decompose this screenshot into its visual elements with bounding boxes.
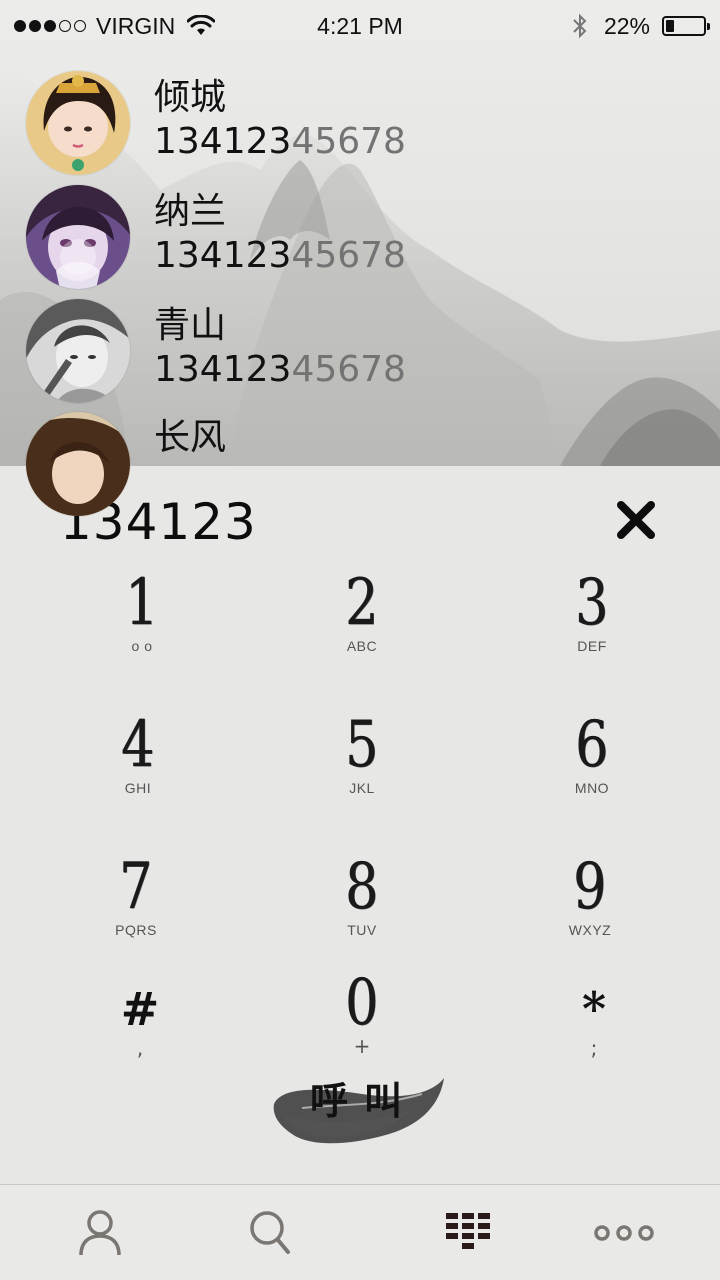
key-6[interactable]: 6 MNO	[512, 712, 672, 822]
number-match: 134123	[154, 121, 292, 162]
bluetooth-icon	[573, 13, 587, 39]
avatar	[26, 71, 130, 175]
tab-keypad[interactable]	[408, 1185, 528, 1280]
avatar	[26, 412, 130, 516]
more-icon	[594, 1225, 654, 1241]
battery-percent: 22%	[603, 12, 650, 39]
contact-name: 青山	[154, 305, 227, 346]
key-letters: JKL	[349, 780, 375, 796]
tab-contacts[interactable]	[40, 1185, 160, 1280]
key-3[interactable]: 3 DEF	[512, 570, 672, 680]
key-digit: *	[581, 982, 607, 1036]
contact-info: 长风	[154, 416, 226, 460]
key-digit: 9	[573, 850, 607, 924]
number-match: 134123	[154, 349, 292, 390]
key-hash[interactable]: # ,	[60, 980, 220, 1090]
contact-row[interactable]: 长风	[0, 408, 720, 522]
key-letters: DEF	[577, 638, 607, 654]
contact-number: 13412345678	[154, 120, 406, 164]
key-digit: 3	[575, 566, 609, 640]
battery-icon	[662, 16, 710, 36]
contact-name: 纳兰	[154, 191, 227, 232]
call-button[interactable]: 呼叫	[262, 1064, 458, 1160]
contact-info: 青山 13412345678	[154, 304, 406, 392]
contact-row[interactable]: 倾城 13412345678	[0, 66, 720, 180]
key-digit: 8	[345, 850, 379, 924]
person-icon	[79, 1210, 121, 1256]
key-letters: WXYZ	[568, 922, 612, 938]
contact-number: 13412345678	[154, 348, 406, 392]
status-left: VIRGIN	[14, 13, 274, 40]
key-digit: 5	[345, 708, 379, 782]
key-letters: GHI	[124, 780, 152, 796]
key-digit: 2	[345, 566, 379, 640]
search-icon	[250, 1211, 290, 1254]
key-9[interactable]: 9 WXYZ	[510, 854, 670, 964]
call-label: 呼叫	[310, 1078, 419, 1123]
key-4[interactable]: 4 GHI	[58, 712, 218, 822]
status-time: 4:21 PM	[317, 12, 403, 39]
carrier-label: VIRGIN	[96, 12, 176, 39]
contact-info: 纳兰 13412345678	[154, 190, 406, 278]
signal-strength-icon	[14, 20, 86, 32]
contact-name: 倾城	[154, 77, 227, 118]
contact-row[interactable]: 纳兰 13412345678	[0, 180, 720, 294]
tab-more[interactable]	[564, 1185, 684, 1280]
key-star[interactable]: * ;	[514, 980, 674, 1090]
number-match: 134123	[154, 235, 292, 276]
tab-search[interactable]	[210, 1185, 330, 1280]
contact-results-list: 倾城 13412345678 纳兰 13412345678 青山 1341234…	[0, 66, 720, 522]
key-letters: TUV	[347, 922, 377, 938]
number-rest: 45678	[291, 235, 406, 276]
key-2[interactable]: 2 ABC	[282, 570, 442, 680]
number-rest: 45678	[291, 349, 406, 390]
key-digit: 7	[119, 850, 153, 924]
keypad-icon	[446, 1213, 490, 1249]
number-rest: 45678	[291, 121, 406, 162]
key-1[interactable]: 1 o o	[62, 570, 222, 680]
tab-bar	[0, 1184, 720, 1280]
key-letters: ABC	[346, 638, 378, 654]
contact-name: 长风	[154, 417, 227, 458]
status-right: 22%	[446, 12, 710, 40]
contact-info: 倾城 13412345678	[154, 76, 406, 164]
contact-row[interactable]: 青山 13412345678	[0, 294, 720, 408]
dialer-panel: 134123 1 o o 2 ABC 3 DEF 4 GHI 5 JKL 6 M…	[0, 466, 720, 1184]
key-5[interactable]: 5 JKL	[282, 712, 442, 822]
wifi-icon	[187, 15, 216, 35]
contact-number: 13412345678	[154, 234, 406, 278]
key-digit: 6	[575, 708, 609, 782]
avatar	[26, 185, 130, 289]
key-8[interactable]: 8 TUV	[282, 854, 442, 964]
key-digit: 4	[121, 708, 155, 782]
key-digit: 1	[125, 566, 159, 640]
key-letters: o o	[131, 638, 153, 654]
key-letters: PQRS	[115, 922, 157, 938]
key-letters: ,	[136, 1036, 144, 1060]
key-digit: #	[120, 982, 160, 1036]
key-7[interactable]: 7 PQRS	[56, 854, 216, 964]
status-bar: VIRGIN 4:21 PM 22%	[0, 0, 720, 52]
key-digit: 0	[345, 966, 379, 1040]
avatar	[26, 299, 130, 403]
key-letters: ;	[590, 1036, 598, 1060]
key-letters: MNO	[574, 780, 610, 796]
